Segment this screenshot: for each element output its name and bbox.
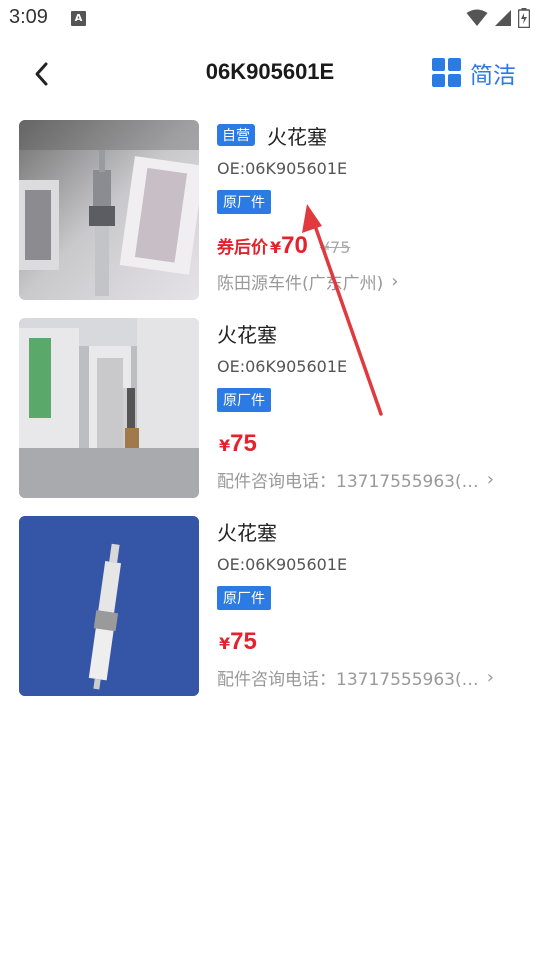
status-time: 3:09 <box>9 6 48 28</box>
product-name: 火花塞 <box>267 124 327 149</box>
chevron-right-icon: › <box>391 270 399 292</box>
battery-icon <box>518 8 530 28</box>
price-row: 券后价 ¥ 70 ¥75 <box>217 232 520 262</box>
price-row: ¥ 75 <box>217 430 520 460</box>
status-icons <box>466 8 530 28</box>
currency-symbol: ¥ <box>270 238 282 257</box>
coupon-price-label: 券后价 <box>217 238 268 258</box>
product-info: 火花塞 OE:06K905601E 原厂件 ¥ 75 配件咨询电话：137175… <box>217 318 520 492</box>
seller-name: 配件咨询电话：13717555963(北... <box>217 669 492 690</box>
view-mode-toggle[interactable]: 简洁 <box>432 56 516 90</box>
product-info: 自营 火花塞 OE:06K905601E 原厂件 券后价 ¥ 70 ¥75 陈田… <box>217 120 520 294</box>
oe-number: OE:06K905601E <box>217 357 348 376</box>
product-info: 火花塞 OE:06K905601E 原厂件 ¥ 75 配件咨询电话：137175… <box>217 516 520 690</box>
price: 70 <box>281 232 308 259</box>
product-image <box>19 516 199 696</box>
currency-symbol: ¥ <box>219 436 231 455</box>
seller-link[interactable]: 配件咨询电话：13717555963(北... › <box>217 466 520 492</box>
price-row: ¥ 75 <box>217 628 520 658</box>
chevron-right-icon: › <box>486 666 494 688</box>
grid-view-icon <box>432 58 462 88</box>
seller-link[interactable]: 陈田源车件(广东广州) › <box>217 268 520 294</box>
notification-a-icon: A <box>71 11 86 26</box>
product-name: 火花塞 <box>217 322 277 347</box>
oe-number: OE:06K905601E <box>217 159 348 178</box>
oe-number: OE:06K905601E <box>217 555 348 574</box>
product-list: 自营 火花塞 OE:06K905601E 原厂件 券后价 ¥ 70 ¥75 陈田… <box>0 112 540 706</box>
oem-badge: 原厂件 <box>217 190 271 214</box>
signal-icon <box>495 10 511 26</box>
seller-link[interactable]: 配件咨询电话：13717555963(北... › <box>217 664 520 690</box>
chevron-right-icon: › <box>486 468 494 490</box>
product-item[interactable]: 火花塞 OE:06K905601E 原厂件 ¥ 75 配件咨询电话：137175… <box>0 508 540 706</box>
currency-symbol: ¥ <box>219 634 231 653</box>
price: 75 <box>230 628 257 655</box>
wifi-icon <box>466 9 488 26</box>
page-header: 06K905601E 简洁 <box>0 48 540 100</box>
product-item[interactable]: 火花塞 OE:06K905601E 原厂件 ¥ 75 配件咨询电话：137175… <box>0 310 540 508</box>
product-image <box>19 318 199 498</box>
product-image <box>19 120 199 300</box>
oem-badge: 原厂件 <box>217 388 271 412</box>
seller-name: 陈田源车件(广东广州) <box>217 273 384 294</box>
oem-badge: 原厂件 <box>217 586 271 610</box>
product-item[interactable]: 自营 火花塞 OE:06K905601E 原厂件 券后价 ¥ 70 ¥75 陈田… <box>0 112 540 310</box>
price: 75 <box>230 430 257 457</box>
self-operated-badge: 自营 <box>217 124 255 146</box>
seller-name: 配件咨询电话：13717555963(北... <box>217 471 492 492</box>
product-name: 火花塞 <box>217 520 277 545</box>
view-mode-label: 简洁 <box>470 63 516 89</box>
status-bar: 3:09 A <box>0 0 540 36</box>
original-price: ¥75 <box>319 238 351 257</box>
